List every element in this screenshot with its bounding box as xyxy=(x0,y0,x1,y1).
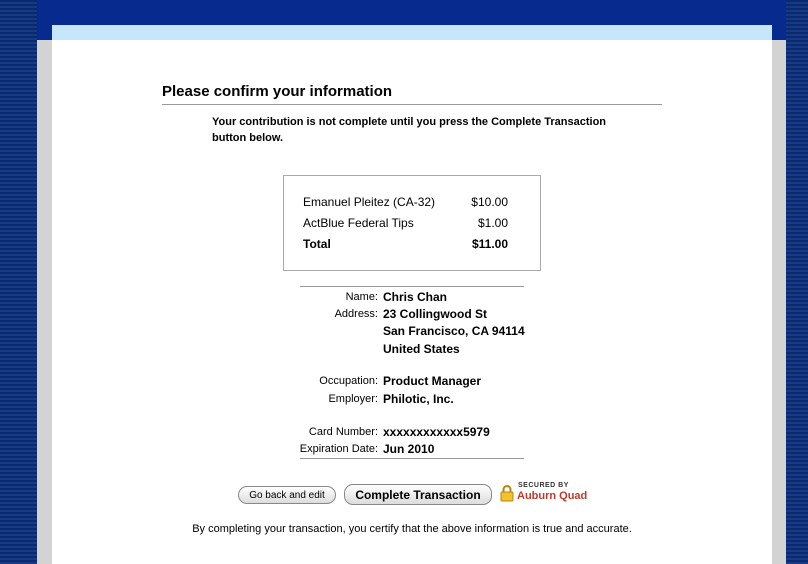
address-line-1: 23 Collingwood St xyxy=(383,307,487,321)
address-label: Address: xyxy=(334,308,378,320)
security-seal: SECURED BY Auburn Quad xyxy=(500,482,590,504)
employer-label: Employer: xyxy=(328,393,378,405)
contribution-summary: Emanuel Pleitez (CA-32) $10.00 ActBlue F… xyxy=(283,175,541,271)
summary-row: Emanuel Pleitez (CA-32) $10.00 xyxy=(303,195,508,209)
content-panel: Please confirm your information Your con… xyxy=(52,25,772,564)
go-back-button[interactable]: Go back and edit xyxy=(238,486,336,504)
expiration-label: Expiration Date: xyxy=(299,443,378,455)
padlock-icon xyxy=(500,485,514,502)
summary-item-amount: $1.00 xyxy=(477,216,508,230)
summary-total-amount: $11.00 xyxy=(471,237,508,251)
occupation-label: Occupation: xyxy=(319,375,378,387)
occupation-value: Product Manager xyxy=(383,374,482,388)
address-line-2: San Francisco, CA 94114 xyxy=(383,324,525,338)
name-value: Chris Chan xyxy=(383,290,448,304)
summary-row: ActBlue Federal Tips $1.00 xyxy=(303,216,508,230)
expiration-value: Jun 2010 xyxy=(383,442,435,456)
summary-item-label: ActBlue Federal Tips xyxy=(303,216,414,230)
header-strip xyxy=(52,25,772,40)
completion-notice: Your contribution is not complete until … xyxy=(212,116,607,144)
summary-item-amount: $10.00 xyxy=(471,195,508,209)
summary-item-label: Emanuel Pleitez (CA-32) xyxy=(303,195,436,209)
employer-value: Philotic, Inc. xyxy=(383,392,454,406)
name-label: Name: xyxy=(345,291,378,303)
secured-by-text: SECURED BY xyxy=(518,482,569,489)
address-line-3: United States xyxy=(383,342,460,356)
contributor-info: Name: Chris Chan Address: 23 Collingwood… xyxy=(299,286,525,459)
certification-text: By completing your transaction, you cert… xyxy=(192,523,632,535)
secured-by-brand: Auburn Quad xyxy=(517,490,588,502)
card-number-value: xxxxxxxxxxxx5979 xyxy=(383,425,490,439)
page-title: Please confirm your information xyxy=(162,83,662,105)
complete-transaction-button[interactable]: Complete Transaction xyxy=(344,484,492,505)
summary-total-row: Total $11.00 xyxy=(303,237,508,251)
summary-total-label: Total xyxy=(303,237,331,251)
card-number-label: Card Number: xyxy=(308,426,378,438)
